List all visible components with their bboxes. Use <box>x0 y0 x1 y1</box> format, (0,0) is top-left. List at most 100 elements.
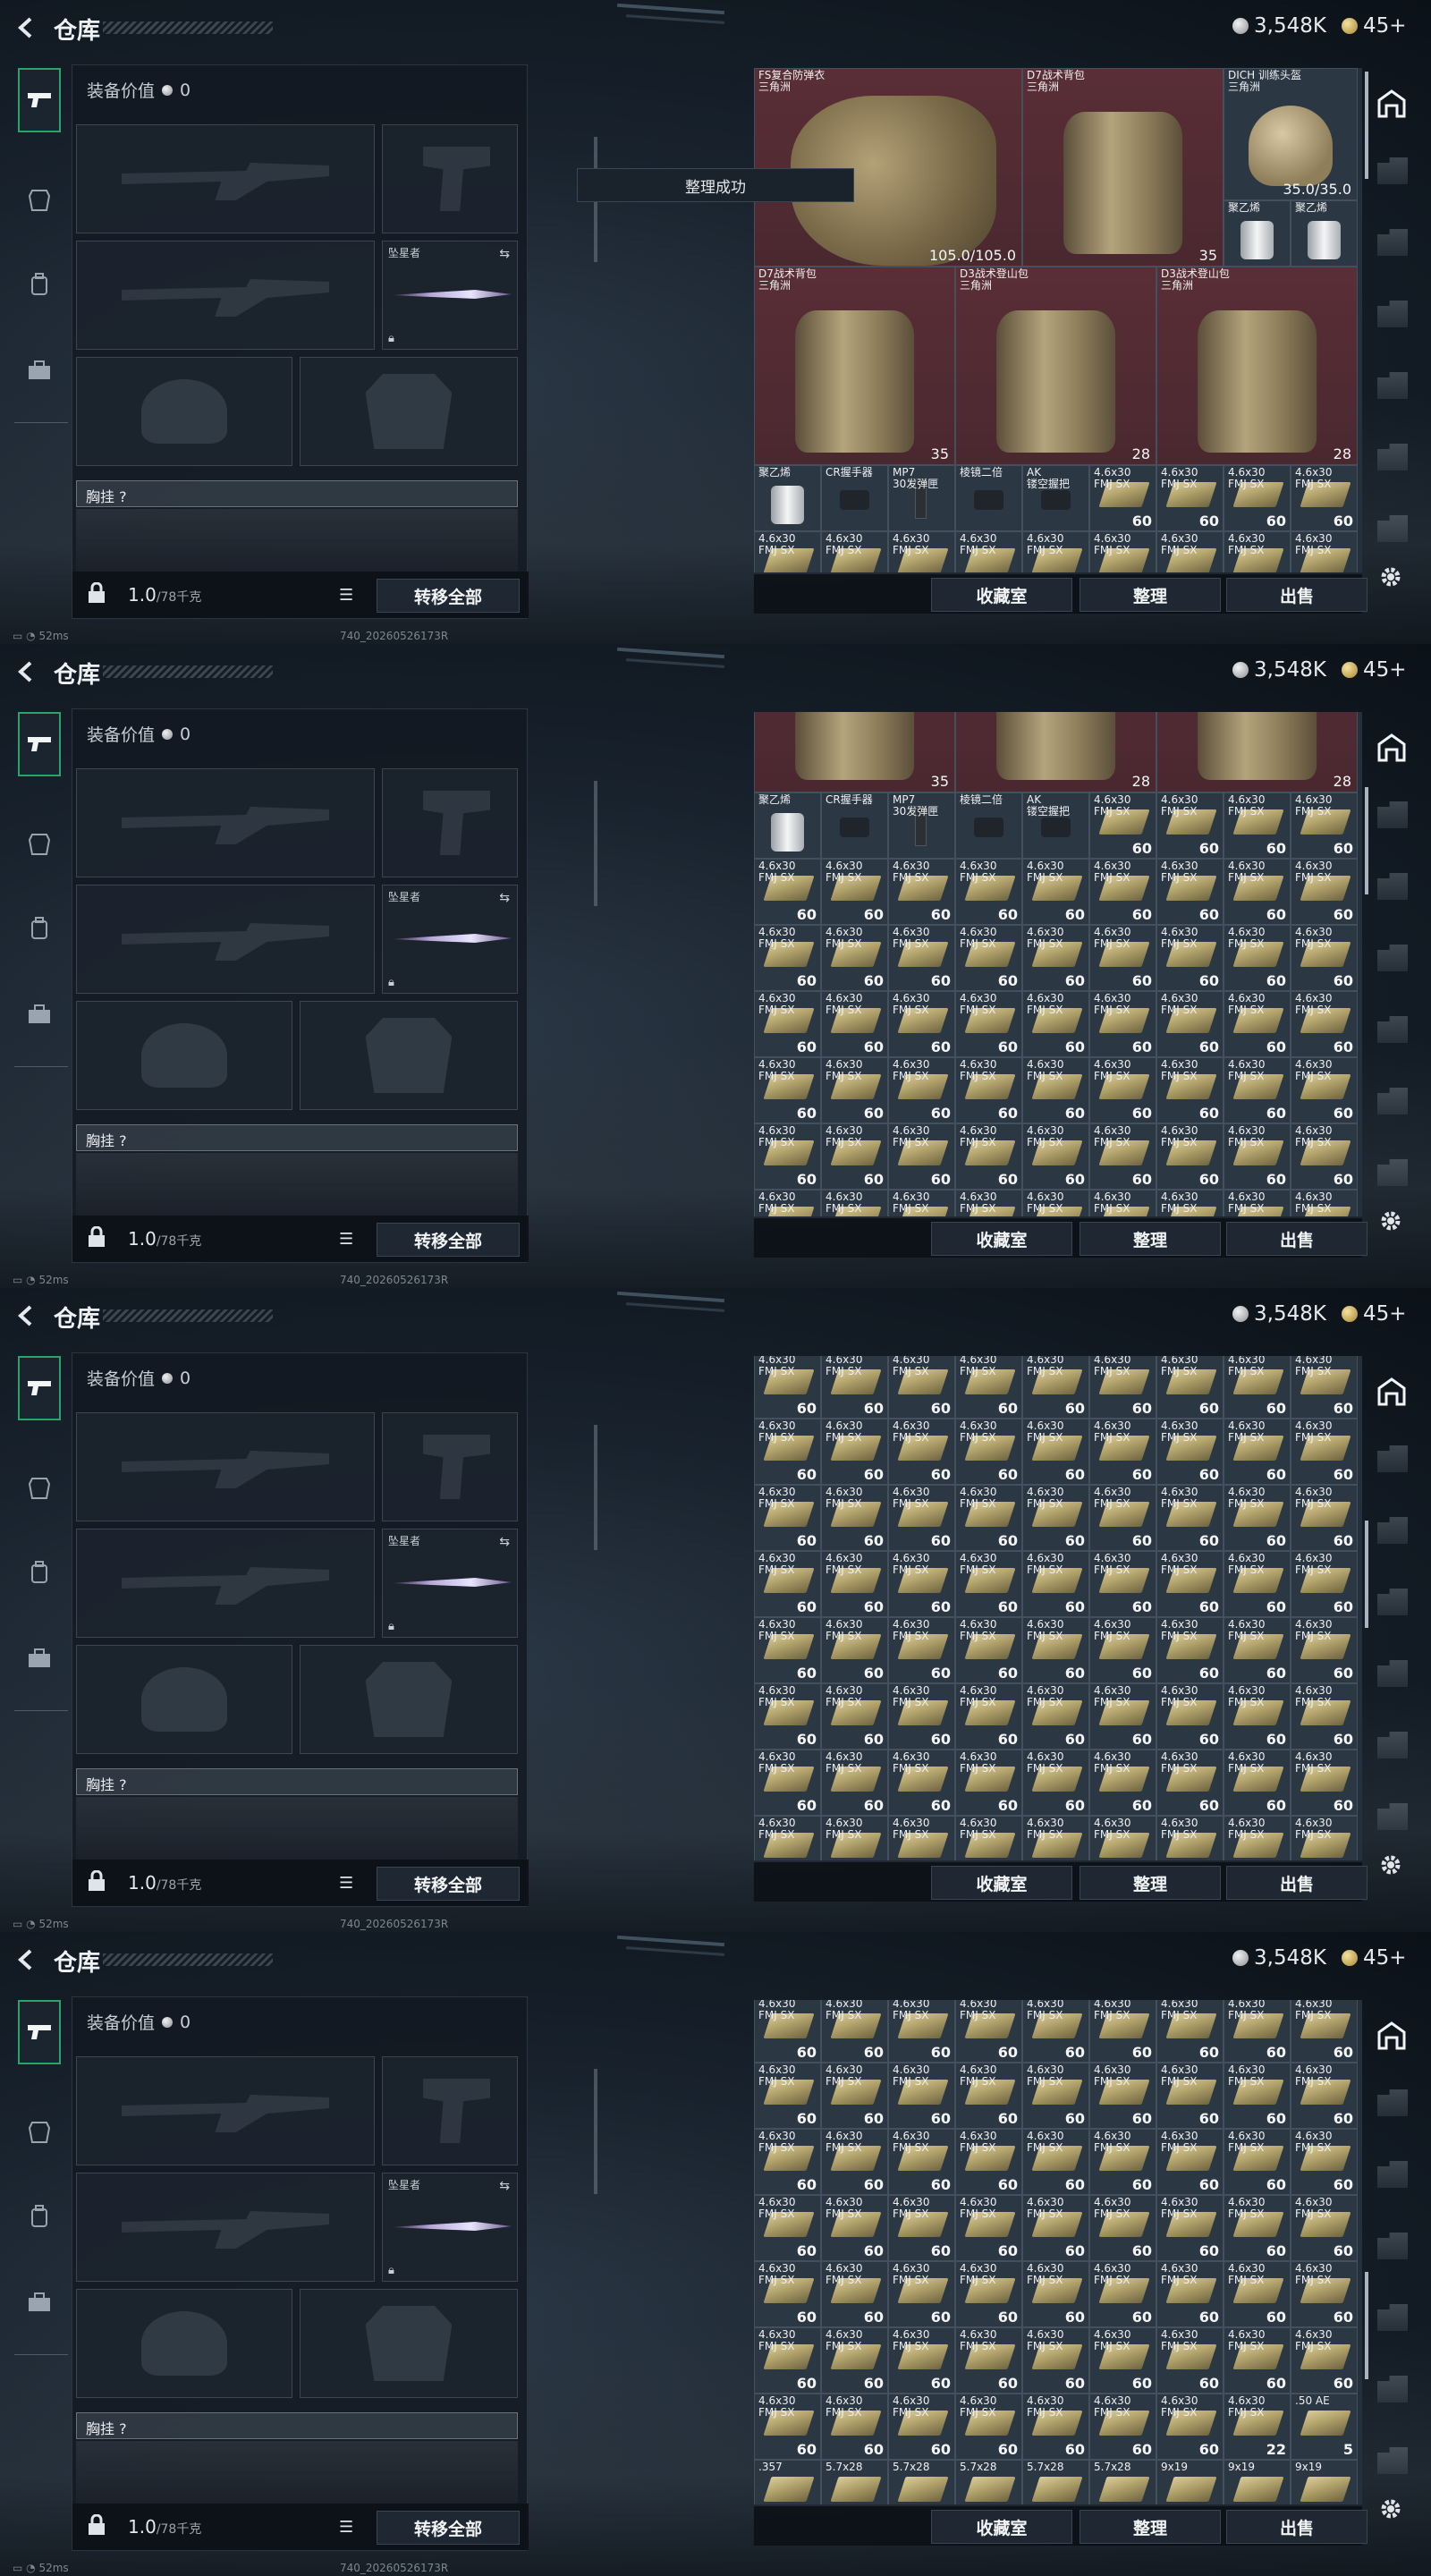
stash-page-icon[interactable] <box>1377 1732 1408 1758</box>
transfer-all-button[interactable]: 转移全部 <box>377 1867 520 1901</box>
secondary-weapon-slot[interactable] <box>76 1529 375 1638</box>
ammo-item[interactable]: 4.6x30 FMJ SX60 <box>1022 1190 1089 1216</box>
melee-slot[interactable]: 坠星者 ⇆ 🔒︎ <box>382 241 518 350</box>
list-icon[interactable]: ☰ <box>339 1230 353 1249</box>
ammo-item[interactable]: 4.6x30 FMJ SX60 <box>1291 1123 1358 1190</box>
transfer-all-button[interactable]: 转移全部 <box>377 579 520 613</box>
home-icon[interactable] <box>1376 1376 1408 1408</box>
ammo-item[interactable]: 4.6x30 FMJ SX60 <box>821 2129 888 2195</box>
misc-item[interactable]: MP7 30发弹匣 <box>888 792 955 859</box>
ammo-item[interactable]: 4.6x30 FMJ SX60 <box>1156 1190 1224 1216</box>
misc-item[interactable]: CR握手器 <box>821 792 888 859</box>
stash-page-icon[interactable] <box>1377 157 1408 184</box>
ammo-item[interactable]: 4.6x30 FMJ SX60 <box>1156 2129 1224 2195</box>
ammo-item[interactable]: 4.6x30 FMJ SX60 <box>955 925 1022 991</box>
ammo-item[interactable]: 4.6x30 FMJ SX60 <box>1291 1356 1358 1419</box>
helmet-slot[interactable] <box>76 357 292 466</box>
ammo-item[interactable]: 4.6x30 FMJ SX60 <box>955 1123 1022 1190</box>
ammo-item[interactable]: 4.6x30 FMJ SX60 <box>1156 1816 1224 1860</box>
ammo-item[interactable]: 4.6x30 FMJ SX60 <box>1224 2129 1291 2195</box>
stash-scrollbar[interactable] <box>1365 2004 1368 2501</box>
gear-icon[interactable] <box>1377 564 1404 590</box>
ammo-item[interactable]: 4.6x30 FMJ SX60 <box>1224 465 1291 531</box>
ammo-item[interactable]: 4.6x30 FMJ SX60 <box>1224 859 1291 925</box>
ammo-item[interactable]: 4.6x30 FMJ SX60 <box>821 1123 888 1190</box>
lock-icon[interactable] <box>87 582 106 604</box>
ammo-item[interactable]: 4.6x30 FMJ SX60 <box>1224 2000 1291 2063</box>
ammo-item[interactable]: .50 AE 5 <box>1291 2394 1358 2460</box>
ammo-item[interactable]: 4.6x30 FMJ SX60 <box>821 2394 888 2460</box>
ammo-item[interactable]: 4.6x30 FMJ SX60 <box>888 1419 955 1485</box>
stash-page-icon[interactable] <box>1377 1445 1408 1472</box>
tab-backpack[interactable] <box>18 1551 61 1594</box>
helmet-slot[interactable] <box>76 1645 292 1754</box>
stash-page-icon[interactable] <box>1377 2233 1408 2259</box>
ammo-item[interactable]: 4.6x30 FMJ SX60 <box>888 925 955 991</box>
ammo-item[interactable]: 4.6x30 FMJ SX60 <box>1224 1683 1291 1750</box>
ammo-item[interactable]: 4.6x30 FMJ SX60 <box>1291 1816 1358 1860</box>
ammo-item[interactable]: 4.6x30 FMJ SX60 <box>1089 1485 1156 1551</box>
ammo-item[interactable]: 4.6x30 FMJ SX60 <box>1224 2327 1291 2394</box>
back-arrow-icon[interactable] <box>14 1304 38 1327</box>
ammo-item[interactable]: 4.6x30 FMJ SX60 <box>1156 1750 1224 1816</box>
ammo-item[interactable]: 4.6x30 FMJ SX60 <box>1089 1551 1156 1617</box>
stash-page-icon[interactable] <box>1377 801 1408 828</box>
ammo-item[interactable]: 4.6x30 FMJ SX60 <box>821 1816 888 1860</box>
ammo-item[interactable]: 4.6x30 FMJ SX60 <box>1156 1551 1224 1617</box>
ammo-item[interactable]: 4.6x30 FMJ SX60 <box>1156 2000 1224 2063</box>
stash-page-icon[interactable] <box>1377 1016 1408 1043</box>
tab-weapons[interactable] <box>18 1356 61 1420</box>
ammo-item[interactable]: 4.6x30 FMJ SX 22 <box>1224 2394 1291 2460</box>
sidearm-slot[interactable] <box>382 124 518 233</box>
swap-icon[interactable]: ⇆ <box>499 891 510 905</box>
stash-scroll-thumb[interactable] <box>1365 2272 1368 2379</box>
swap-icon[interactable]: ⇆ <box>499 247 510 261</box>
ammo-item[interactable]: 4.6x30 FMJ SX60 <box>821 2063 888 2129</box>
ammo-item[interactable]: 4.6x30 FMJ SX60 <box>1156 2063 1224 2129</box>
ammo-item[interactable]: 4.6x30 FMJ SX60 <box>1224 991 1291 1057</box>
primary-weapon-slot[interactable] <box>76 1412 375 1521</box>
ammo-item[interactable]: 4.6x30 FMJ SX60 <box>754 1190 821 1216</box>
ammo-item[interactable]: 4.6x30 FMJ SX60 <box>1291 991 1358 1057</box>
ammo-item[interactable]: 4.6x30 FMJ SX60 <box>1291 1750 1358 1816</box>
ammo-item[interactable]: 4.6x30 FMJ SX60 <box>1156 465 1224 531</box>
tab-backpack[interactable] <box>18 907 61 950</box>
collection-button[interactable]: 收藏室 <box>931 2510 1072 2544</box>
ammo-item[interactable]: 4.6x30 FMJ SX60 <box>1224 1816 1291 1860</box>
stash-grid[interactable]: 4.6x30 FMJ SX 60 4.6x30 FMJ SX 60 4.6x30 FMJ… <box>754 2000 1362 2504</box>
ammo-item[interactable]: .357 <box>754 2460 821 2504</box>
ammo-item[interactable]: 4.6x30 FMJ SX60 <box>888 2129 955 2195</box>
misc-item[interactable]: MP7 30发弹匣 <box>888 465 955 531</box>
stash-scroll-thumb[interactable] <box>1365 787 1368 894</box>
ammo-item[interactable]: 4.6x30 FMJ SX60 <box>1291 2261 1358 2327</box>
ammo-item[interactable]: 4.6x30 FMJ SX60 <box>955 1551 1022 1617</box>
stash-grid[interactable]: FS复合防弹衣105.0/105.0三角洲D7战术背包三角洲35DICH 训练头… <box>754 68 1362 572</box>
ammo-item[interactable]: 4.6x30 FMJ SX60 <box>955 531 1022 572</box>
misc-item[interactable]: AK 镂空握把 <box>1022 792 1089 859</box>
equipment-scrollbar[interactable] <box>594 2069 597 2194</box>
ammo-item[interactable]: 4.6x30 FMJ SX60 <box>1291 2129 1358 2195</box>
item-vest[interactable]: FS复合防弹衣 105.0/105.0 三角洲 <box>754 68 1022 267</box>
melee-slot[interactable]: 坠星者 ⇆ 🔒︎ <box>382 1529 518 1638</box>
ammo-item[interactable]: 4.6x30 FMJ SX60 <box>888 1057 955 1123</box>
tab-armor[interactable] <box>18 2111 61 2154</box>
secondary-weapon-slot[interactable] <box>76 885 375 994</box>
ammo-item[interactable]: 4.6x30 FMJ SX60 <box>1022 2000 1089 2063</box>
collection-button[interactable]: 收藏室 <box>931 1866 1072 1900</box>
ammo-item[interactable]: 4.6x30 FMJ SX60 <box>1089 2000 1156 2063</box>
ammo-item[interactable]: 4.6x30 FMJ SX60 <box>821 531 888 572</box>
tab-backpack[interactable] <box>18 263 61 306</box>
silver-currency[interactable]: 3,548K <box>1232 1302 1326 1326</box>
stash-page-icon[interactable] <box>1377 873 1408 900</box>
ammo-item[interactable]: 4.6x30 FMJ SX60 <box>754 2327 821 2394</box>
ammo-item[interactable]: 4.6x30 FMJ SX60 <box>821 1057 888 1123</box>
organize-button[interactable]: 整理 <box>1080 1222 1221 1256</box>
ammo-item[interactable]: 4.6x30 FMJ SX60 <box>1022 1551 1089 1617</box>
ammo-item[interactable]: 4.6x30 FMJ SX60 <box>1089 1419 1156 1485</box>
sell-button[interactable]: 出售 <box>1226 578 1367 612</box>
lock-icon[interactable] <box>87 2514 106 2536</box>
ammo-item[interactable]: 4.6x30 FMJ SX60 <box>888 1683 955 1750</box>
stash-scrollbar[interactable] <box>1365 716 1368 1213</box>
armor-slot[interactable] <box>300 2289 518 2398</box>
sidearm-slot[interactable] <box>382 768 518 877</box>
